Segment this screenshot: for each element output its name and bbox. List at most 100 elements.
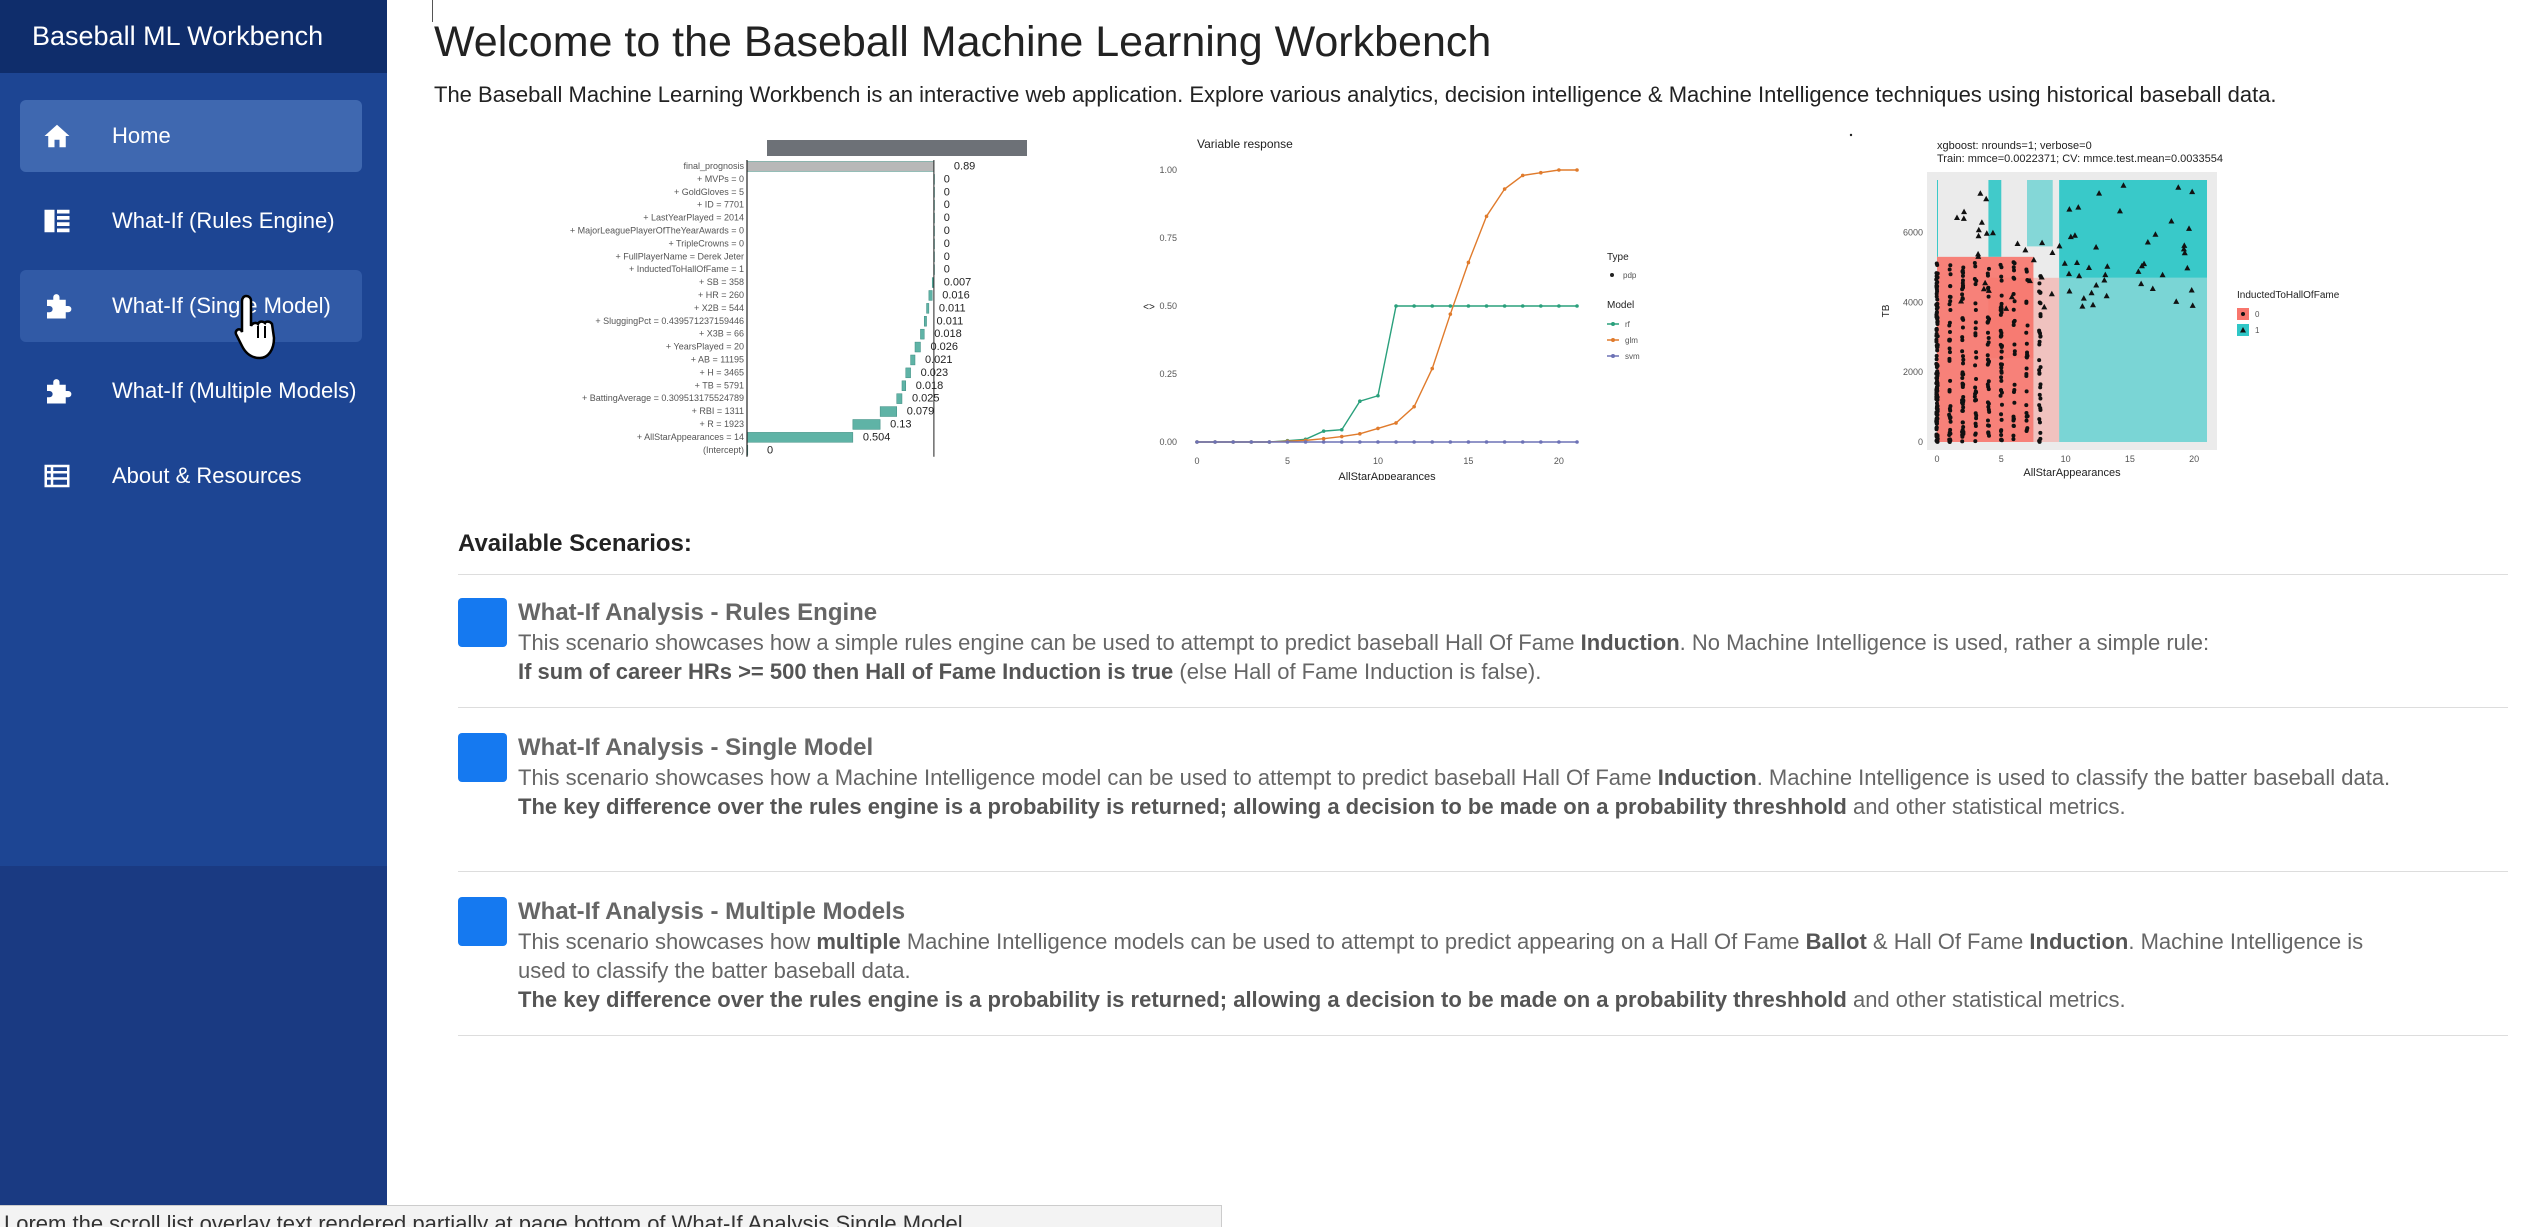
contribution-bar — [928, 290, 933, 301]
y-tick-label: 0.00 — [1159, 437, 1177, 447]
class-0-point — [1999, 301, 2004, 306]
class-0-point — [1960, 427, 1965, 432]
class-0-point — [2038, 331, 2043, 336]
scenario-icon[interactable] — [458, 598, 507, 647]
desc-bold: Induction — [2029, 929, 2129, 954]
class-0-point — [2037, 392, 2042, 397]
row-label: + X2B = 544 — [694, 303, 744, 313]
x-axis-label: AllStarAppearances — [2023, 467, 2121, 479]
scenario-title[interactable]: What-If Analysis - Rules Engine — [518, 598, 2508, 628]
legend-key — [2241, 312, 2245, 316]
class-0-point — [1947, 350, 1952, 355]
class-0-point — [1960, 349, 1965, 354]
data-point — [1466, 260, 1471, 265]
class-0-point — [1947, 294, 1952, 299]
class-0-point — [1986, 423, 1991, 428]
variable-response-plot: Variable response 0.00 0.25 0.50 0.75 1.00 0 5 1… — [1143, 137, 1640, 480]
y-tick-label: 6000 — [1903, 227, 1923, 237]
class-0-point — [1986, 294, 1991, 299]
row-label: + SB = 358 — [699, 277, 744, 287]
legend-label: glm — [1625, 336, 1638, 345]
class-0-point — [1999, 412, 2004, 417]
sidebar-item-label: What-If (Rules Engine) — [112, 208, 335, 233]
class-0-point — [2025, 352, 2030, 357]
value-label: 0 — [944, 225, 950, 237]
class-0-point — [1999, 365, 2004, 370]
scenario-icon[interactable] — [458, 897, 507, 946]
decision-region — [1988, 277, 2034, 359]
row-label: + H = 3465 — [699, 367, 744, 377]
class-0-point — [1987, 433, 1992, 438]
data-point — [1321, 429, 1326, 433]
class-0-point — [1986, 430, 1991, 435]
value-label: 0 — [944, 238, 950, 250]
data-point — [1430, 366, 1435, 371]
class-0-point — [2038, 430, 2043, 435]
rules-icon — [42, 206, 78, 236]
class-0-point — [1947, 346, 1952, 351]
class-0-point — [1960, 283, 1965, 288]
class-0-point — [1998, 393, 2003, 398]
class-0-point — [2038, 436, 2043, 441]
desc-text: . No Machine Intelligence is used, rathe… — [1679, 630, 2210, 655]
class-0-point — [1960, 432, 1965, 437]
chart-title: Variable response — [1197, 137, 1293, 151]
desc-text: (else Hall of Fame Induction is false). — [1173, 659, 1542, 684]
legend-key — [1610, 273, 1614, 277]
data-point — [1557, 168, 1561, 172]
data-point — [1430, 440, 1435, 444]
decision-region — [2027, 180, 2053, 247]
data-point — [1430, 304, 1435, 308]
decision-region — [2059, 180, 2207, 278]
scenario-title[interactable]: What-If Analysis - Multiple Models — [518, 897, 2508, 927]
class-0-point — [1973, 432, 1978, 437]
row-label: + LastYearPlayed = 2014 — [643, 213, 744, 223]
value-label: 0.016 — [942, 290, 970, 302]
divider — [458, 1035, 2508, 1036]
class-0-point — [1934, 397, 1939, 402]
class-0-point — [1998, 305, 2003, 310]
sidebar-item-rules-engine[interactable]: What-If (Rules Engine) — [20, 185, 362, 257]
scenario-description: This scenario showcases how multiple Mac… — [518, 927, 2398, 1014]
class-0-point — [1974, 350, 1979, 355]
sidebar-item-about[interactable]: About & Resources — [20, 440, 362, 512]
sidebar-item-home[interactable]: Home — [20, 100, 362, 172]
data-point — [1376, 393, 1380, 398]
class-0-point — [1974, 355, 1979, 360]
class-0-point — [1960, 420, 1965, 425]
data-point — [1303, 440, 1308, 444]
class-0-point — [1973, 439, 1978, 444]
class-0-point — [2024, 330, 2029, 335]
sidebar-item-single-model[interactable]: What-If (Single Model) — [20, 270, 362, 342]
y-tick-label: 4000 — [1903, 297, 1923, 307]
class-0-point — [1999, 402, 2004, 407]
app-brand[interactable]: Baseball ML Workbench — [0, 0, 387, 73]
class-0-point — [2011, 437, 2016, 442]
class-0-point — [2024, 389, 2029, 394]
contribution-bar — [910, 354, 916, 366]
class-0-point — [1960, 375, 1965, 380]
data-point — [1358, 399, 1362, 404]
desc-text: & Hall Of Fame — [1866, 929, 2030, 954]
sidebar-item-multiple-models[interactable]: What-If (Multiple Models) — [20, 355, 362, 427]
contribution-bar — [746, 432, 854, 443]
value-label: 0.079 — [907, 406, 935, 418]
class-0-point — [1934, 261, 1939, 266]
desc-bold: Ballot — [1805, 929, 1867, 954]
data-point — [1520, 173, 1525, 178]
value-label: 0.011 — [939, 302, 966, 314]
class-0-point — [1999, 265, 2004, 270]
data-point — [1213, 440, 1217, 444]
class-0-point — [2024, 418, 2029, 423]
class-0-point — [1934, 434, 1939, 439]
scenario-icon[interactable] — [458, 733, 507, 782]
x-tick-label: 15 — [2125, 454, 2135, 464]
class-0-point — [1998, 342, 2003, 347]
row-label: + YearsPlayed = 20 — [666, 342, 744, 352]
contribution-bar — [926, 303, 930, 314]
class-0-point — [1935, 406, 1940, 411]
data-point — [1412, 404, 1416, 409]
scenario-title[interactable]: What-If Analysis - Single Model — [518, 733, 2508, 763]
class-0-point — [1935, 322, 1940, 327]
class-0-point — [1948, 272, 1953, 277]
